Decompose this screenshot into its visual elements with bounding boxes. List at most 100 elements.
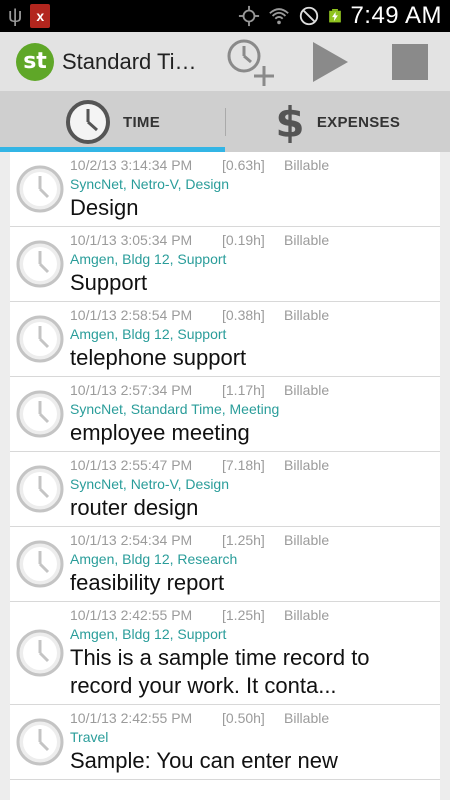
- record-meta: 10/1/13 2:58:54 PM [0.38h] Billable: [70, 305, 432, 324]
- record-hours: [0.50h]: [222, 709, 265, 726]
- clock-icon: [16, 390, 64, 437]
- record-icon-cell: [10, 708, 70, 775]
- record-hours: [1.17h]: [222, 381, 265, 398]
- svg-text:$: $: [275, 99, 304, 145]
- record-hours: [0.19h]: [222, 231, 265, 248]
- record-description: Support: [70, 270, 148, 295]
- battery-charging-icon: [329, 9, 342, 23]
- record-billing-status: Billable: [284, 606, 330, 623]
- time-record-row[interactable]: 10/1/13 2:54:34 PM [1.25h] Billable Amge…: [10, 527, 440, 602]
- record-client: SyncNet, Netro-V, Design: [70, 476, 229, 492]
- record-meta: 10/1/13 2:55:47 PM [7.18h] Billable: [70, 455, 432, 474]
- record-body: 10/1/13 3:05:34 PM [0.19h] Billable Amge…: [70, 230, 440, 297]
- record-description: feasibility report: [70, 570, 225, 595]
- time-record-row[interactable]: 10/2/13 3:14:34 PM [0.63h] Billable Sync…: [10, 152, 440, 227]
- record-meta: 10/1/13 3:05:34 PM [0.19h] Billable: [70, 230, 432, 249]
- record-description: Design: [70, 195, 139, 220]
- record-body: 10/1/13 2:42:55 PM [1.25h] Billable Amge…: [70, 605, 440, 700]
- record-client: Amgen, Bldg 12, Support: [70, 626, 227, 642]
- record-date: 10/1/13 3:05:34 PM: [70, 231, 193, 248]
- clock-time: 7:49 AM: [350, 2, 442, 29]
- record-date: 10/1/13 2:58:54 PM: [70, 306, 193, 323]
- record-body: 10/1/13 2:55:47 PM [7.18h] Billable Sync…: [70, 455, 440, 522]
- record-icon-cell: [10, 305, 70, 372]
- app-logo[interactable]: st: [16, 42, 54, 81]
- record-meta: 10/1/13 2:54:34 PM [1.25h] Billable: [70, 530, 432, 549]
- clock-icon: [16, 629, 64, 676]
- clock-icon: [16, 240, 64, 287]
- clock-icon: [16, 540, 64, 587]
- record-hours: [0.38h]: [222, 306, 265, 323]
- record-billing-status: Billable: [284, 231, 330, 248]
- play-icon: [313, 41, 348, 82]
- clock-icon: [16, 465, 64, 512]
- record-hours: [0.63h]: [222, 156, 265, 173]
- record-date: 10/1/13 2:54:34 PM: [70, 531, 193, 548]
- tab-time-label: TIME: [122, 113, 161, 131]
- clock-icon: [16, 315, 64, 362]
- record-description: telephone support: [70, 345, 247, 370]
- record-date: 10/1/13 2:42:55 PM: [70, 709, 193, 726]
- notification-icon[interactable]: x: [30, 4, 51, 28]
- record-billing-status: Billable: [284, 156, 330, 173]
- gps-icon: [239, 5, 260, 27]
- record-date: 10/1/13 2:55:47 PM: [70, 456, 193, 473]
- record-date: 10/1/13 2:42:55 PM: [70, 606, 193, 623]
- record-client: Amgen, Bldg 12, Support: [70, 251, 227, 267]
- record-description: router design: [70, 495, 199, 520]
- record-hours: [1.25h]: [222, 606, 265, 623]
- record-billing-status: Billable: [284, 456, 330, 473]
- tab-expenses-label: EXPENSES: [316, 113, 401, 131]
- record-date: 10/1/13 2:57:34 PM: [70, 381, 193, 398]
- record-meta: 10/1/13 2:42:55 PM [1.25h] Billable: [70, 605, 432, 624]
- tab-expenses[interactable]: $ EXPENSES: [225, 92, 450, 152]
- time-record-row[interactable]: 10/1/13 2:42:55 PM [0.50h] Billable Trav…: [10, 705, 440, 780]
- record-icon-cell: [10, 230, 70, 297]
- record-icon-cell: [10, 380, 70, 447]
- record-body: 10/1/13 2:57:34 PM [1.17h] Billable Sync…: [70, 380, 440, 447]
- time-record-row[interactable]: 10/1/13 2:42:55 PM [1.25h] Billable Amge…: [10, 602, 440, 705]
- app-title: Standard Time: [62, 48, 202, 74]
- wifi-icon: [269, 8, 290, 25]
- time-record-row[interactable]: 10/1/13 2:55:47 PM [7.18h] Billable Sync…: [10, 452, 440, 527]
- start-timer-button[interactable]: [290, 32, 370, 92]
- tab-bar: TIME $ EXPENSES: [0, 92, 450, 152]
- clock-icon: [16, 165, 64, 212]
- record-meta: 10/1/13 2:42:55 PM [0.50h] Billable: [70, 708, 432, 727]
- stop-icon: [392, 43, 428, 80]
- dollar-icon: $: [275, 99, 304, 145]
- record-body: 10/1/13 2:42:55 PM [0.50h] Billable Trav…: [70, 708, 440, 775]
- record-meta: 10/1/13 2:57:34 PM [1.17h] Billable: [70, 380, 432, 399]
- record-billing-status: Billable: [284, 531, 330, 548]
- record-description: This is a sample time record to record y…: [70, 645, 370, 698]
- record-date: 10/2/13 3:14:34 PM: [70, 156, 193, 173]
- record-billing-status: Billable: [284, 306, 330, 323]
- record-client: Travel: [70, 729, 109, 745]
- record-billing-status: Billable: [284, 709, 330, 726]
- record-description: Sample: You can enter new: [70, 748, 338, 773]
- time-record-list[interactable]: 10/2/13 3:14:34 PM [0.63h] Billable Sync…: [10, 152, 440, 800]
- record-description: employee meeting: [70, 420, 250, 445]
- record-icon-cell: [10, 455, 70, 522]
- record-hours: [1.25h]: [222, 531, 265, 548]
- time-record-row[interactable]: 10/1/13 2:58:54 PM [0.38h] Billable Amge…: [10, 302, 440, 377]
- record-client: SyncNet, Netro-V, Design: [70, 176, 229, 192]
- status-bar: ψ x 7:49 AM: [0, 0, 450, 32]
- record-client: Amgen, Bldg 12, Support: [70, 326, 227, 342]
- record-body: 10/1/13 2:58:54 PM [0.38h] Billable Amge…: [70, 305, 440, 372]
- record-billing-status: Billable: [284, 381, 330, 398]
- add-time-record-button[interactable]: [210, 32, 290, 92]
- record-meta: 10/2/13 3:14:34 PM [0.63h] Billable: [70, 155, 432, 174]
- tab-time[interactable]: TIME: [0, 92, 225, 152]
- record-icon-cell: [10, 605, 70, 700]
- time-record-row[interactable]: 10/1/13 2:57:34 PM [1.17h] Billable Sync…: [10, 377, 440, 452]
- record-body: 10/2/13 3:14:34 PM [0.63h] Billable Sync…: [70, 155, 440, 222]
- stop-timer-button[interactable]: [370, 32, 450, 92]
- record-icon-cell: [10, 530, 70, 597]
- clock-icon: [65, 100, 110, 144]
- record-client: Amgen, Bldg 12, Research: [70, 551, 238, 567]
- add-time-record-icon: [227, 39, 274, 86]
- record-hours: [7.18h]: [222, 456, 265, 473]
- time-record-row[interactable]: 10/1/13 3:05:34 PM [0.19h] Billable Amge…: [10, 227, 440, 302]
- usb-icon: ψ: [8, 5, 23, 27]
